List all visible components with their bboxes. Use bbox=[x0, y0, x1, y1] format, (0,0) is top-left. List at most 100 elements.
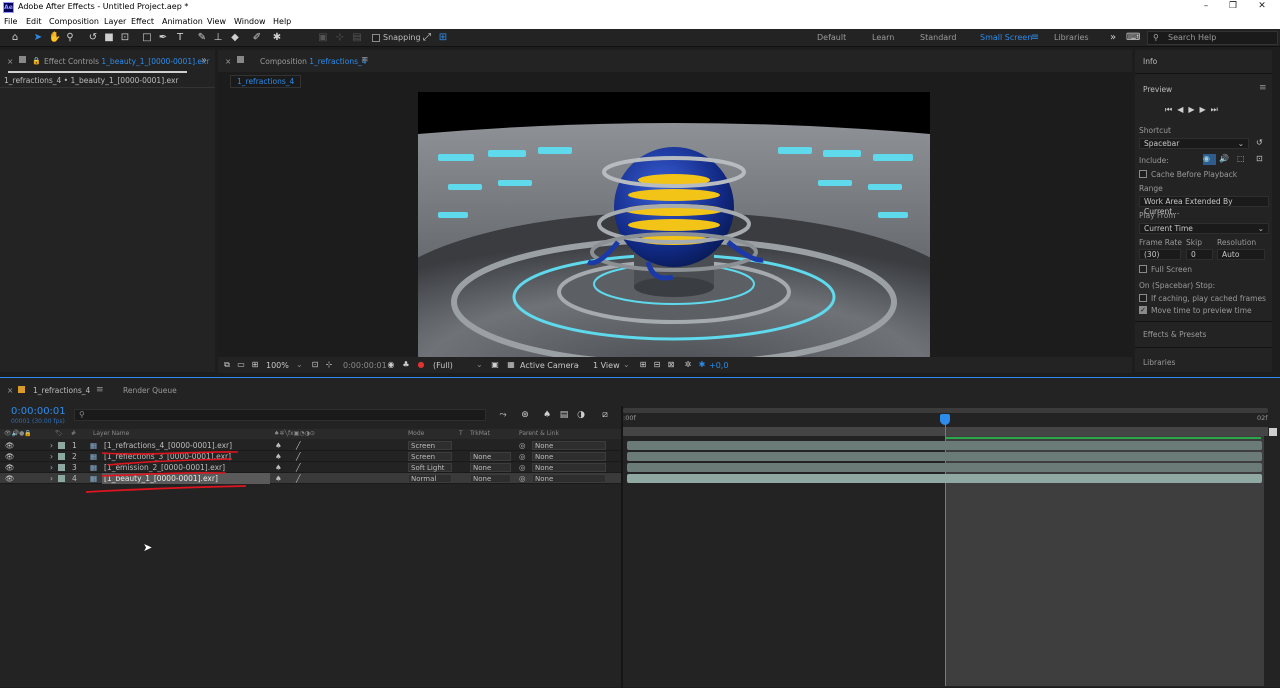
twirl-chevron-icon[interactable]: › bbox=[50, 462, 53, 473]
eraser-tool-icon[interactable]: ◆ bbox=[228, 31, 242, 45]
menu-view[interactable]: View bbox=[207, 17, 226, 26]
workspace-small-screen[interactable]: Small Screen bbox=[980, 33, 1032, 42]
channel-icon[interactable]: ● bbox=[414, 358, 428, 372]
cache-before-playback-checkbox[interactable] bbox=[1139, 170, 1147, 178]
workspace-menu-icon[interactable]: ≡ bbox=[1028, 31, 1042, 45]
quality-switch-icon[interactable]: ╱ bbox=[296, 440, 301, 451]
trkmat-dropdown[interactable]: None bbox=[470, 463, 511, 472]
twirl-chevron-icon[interactable]: › bbox=[50, 473, 53, 484]
pickwhip-icon[interactable]: ◎ bbox=[519, 462, 526, 473]
play-icon[interactable]: ▶ bbox=[1188, 105, 1199, 114]
flowchart-icon[interactable]: ✲ bbox=[681, 358, 695, 372]
local-axis-icon[interactable]: ▣ bbox=[316, 31, 330, 45]
shy-layers-icon[interactable]: ♠ bbox=[540, 408, 554, 422]
visibility-eye-icon[interactable]: 👁 bbox=[5, 462, 15, 473]
shy-switch-icon[interactable]: ♠ bbox=[275, 440, 282, 451]
mode-dropdown[interactable]: Screen bbox=[408, 452, 452, 461]
reset-icon[interactable]: ↺ bbox=[1256, 138, 1263, 147]
mode-dropdown[interactable]: Normal bbox=[408, 474, 452, 483]
layer-name-header[interactable]: Layer Name bbox=[93, 430, 129, 437]
minimize-icon[interactable]: – bbox=[1196, 1, 1216, 13]
label-color-swatch[interactable] bbox=[58, 442, 65, 449]
shy-switch-icon[interactable]: ♠ bbox=[275, 462, 282, 473]
comp-mini-flowchart-icon[interactable]: ⤳ bbox=[496, 408, 510, 422]
layer-duration-bar[interactable] bbox=[627, 452, 1262, 461]
resolution-dropdown-right[interactable]: Auto bbox=[1217, 249, 1265, 260]
timeline-toggle-icon[interactable]: ⊠ bbox=[664, 358, 678, 372]
brush-tool-icon[interactable]: ✎ bbox=[195, 31, 209, 45]
info-panel-label[interactable]: Info bbox=[1143, 57, 1157, 66]
timeline-close-icon[interactable]: × bbox=[7, 386, 13, 395]
workspace-default[interactable]: Default bbox=[817, 33, 846, 42]
layer-duration-bar[interactable] bbox=[627, 441, 1262, 450]
include-video-icon[interactable]: ◉ bbox=[1203, 154, 1216, 165]
visibility-eye-icon[interactable]: 👁 bbox=[5, 473, 15, 484]
exposure-value[interactable]: +0,0 bbox=[709, 361, 728, 370]
search-options-icon[interactable]: ⌨ bbox=[1126, 31, 1140, 45]
fast-preview-icon[interactable]: ⊟ bbox=[650, 358, 664, 372]
layer-duration-bar-selected[interactable] bbox=[627, 474, 1262, 483]
timeline-menu-icon[interactable]: ≡ bbox=[96, 385, 104, 395]
prev-frame-icon[interactable]: ◀ bbox=[1177, 105, 1188, 114]
world-axis-icon[interactable]: ⊹ bbox=[333, 31, 347, 45]
pickwhip-icon[interactable]: ◎ bbox=[519, 451, 526, 462]
move-time-checkbox[interactable]: ✓ bbox=[1139, 306, 1147, 314]
maximize-icon[interactable]: ❐ bbox=[1223, 1, 1243, 13]
camera-dropdown[interactable]: Active Camera bbox=[520, 361, 579, 370]
graph-editor-icon[interactable]: ⧄ bbox=[598, 408, 612, 422]
pickwhip-icon[interactable]: ◎ bbox=[519, 473, 526, 484]
zoom-dropdown[interactable]: 100% bbox=[266, 361, 289, 370]
home-icon[interactable]: ⌂ bbox=[8, 31, 22, 45]
camera-chevron-icon[interactable]: ⌄ bbox=[574, 360, 581, 369]
composition-viewer[interactable] bbox=[418, 92, 930, 357]
panel-close-icon[interactable]: × bbox=[7, 57, 13, 66]
zoom-chevron-icon[interactable]: ⌄ bbox=[296, 360, 303, 369]
snap-extend-icon[interactable]: ⤢ bbox=[420, 31, 434, 45]
transparency-grid-icon[interactable]: ▦ bbox=[504, 358, 518, 372]
range-dropdown[interactable]: Work Area Extended By Current... bbox=[1139, 196, 1269, 216]
clone-stamp-tool-icon[interactable]: ⊥ bbox=[211, 31, 225, 45]
workspace-libraries[interactable]: Libraries bbox=[1054, 33, 1089, 42]
shy-switch-icon[interactable]: ♠ bbox=[275, 473, 282, 484]
parent-dropdown[interactable]: None bbox=[532, 452, 606, 461]
monitor-icon[interactable]: ▭ bbox=[234, 358, 248, 372]
close-icon[interactable]: ✕ bbox=[1252, 1, 1272, 13]
roto-brush-tool-icon[interactable]: ✐ bbox=[250, 31, 264, 45]
puppet-tool-icon[interactable]: ✱ bbox=[270, 31, 284, 45]
more-workspaces-icon[interactable]: » bbox=[1106, 31, 1120, 45]
panel-overflow-icon[interactable]: » bbox=[201, 55, 207, 66]
menu-edit[interactable]: Edit bbox=[26, 17, 42, 26]
include-layer-controls-icon[interactable]: ⊡ bbox=[1256, 154, 1263, 163]
layer-duration-bar[interactable] bbox=[627, 463, 1262, 472]
workspace-learn[interactable]: Learn bbox=[872, 33, 894, 42]
if-caching-checkbox[interactable] bbox=[1139, 294, 1147, 302]
quality-switch-icon[interactable]: ╱ bbox=[296, 462, 301, 473]
menu-layer[interactable]: Layer bbox=[104, 17, 126, 26]
first-frame-icon[interactable]: ⏮ bbox=[1165, 105, 1177, 114]
draft-3d-icon[interactable]: ⊛ bbox=[518, 408, 532, 422]
menu-effect[interactable]: Effect bbox=[131, 17, 154, 26]
play-from-dropdown[interactable]: Current Time ⌄ bbox=[1139, 223, 1269, 234]
panel-splitter[interactable] bbox=[621, 406, 623, 688]
menu-help[interactable]: Help bbox=[273, 17, 291, 26]
trkmat-dropdown[interactable]: None bbox=[470, 474, 511, 483]
work-area-bar[interactable] bbox=[623, 408, 1268, 413]
lock-small-icon[interactable]: 🔒 bbox=[32, 57, 41, 65]
render-queue-tab[interactable]: Render Queue bbox=[123, 386, 177, 395]
include-audio-icon[interactable]: 🔊 bbox=[1219, 154, 1229, 163]
show-snapshot-icon[interactable]: ♣ bbox=[399, 358, 413, 372]
toggle-pixel-aspect-icon[interactable]: ⊞ bbox=[636, 358, 650, 372]
frame-rate-dropdown[interactable]: (30) bbox=[1139, 249, 1181, 260]
skip-dropdown[interactable]: 0 bbox=[1186, 249, 1213, 260]
timeline-zoom-handle-icon[interactable] bbox=[1269, 428, 1277, 436]
type-tool-icon[interactable]: T bbox=[173, 31, 187, 45]
fit-icon[interactable]: ⊡ bbox=[308, 358, 322, 372]
motion-blur-icon[interactable]: ◑ bbox=[574, 408, 588, 422]
pen-tool-icon[interactable]: ✒ bbox=[156, 31, 170, 45]
views-chevron-icon[interactable]: ⌄ bbox=[623, 360, 630, 369]
label-color-swatch[interactable] bbox=[58, 453, 65, 460]
preview-panel-label[interactable]: Preview bbox=[1143, 85, 1172, 94]
last-frame-icon[interactable]: ⏭ bbox=[1211, 105, 1223, 114]
rectangle-tool-icon[interactable]: □ bbox=[140, 31, 154, 45]
visibility-eye-icon[interactable]: 👁 bbox=[5, 440, 15, 451]
